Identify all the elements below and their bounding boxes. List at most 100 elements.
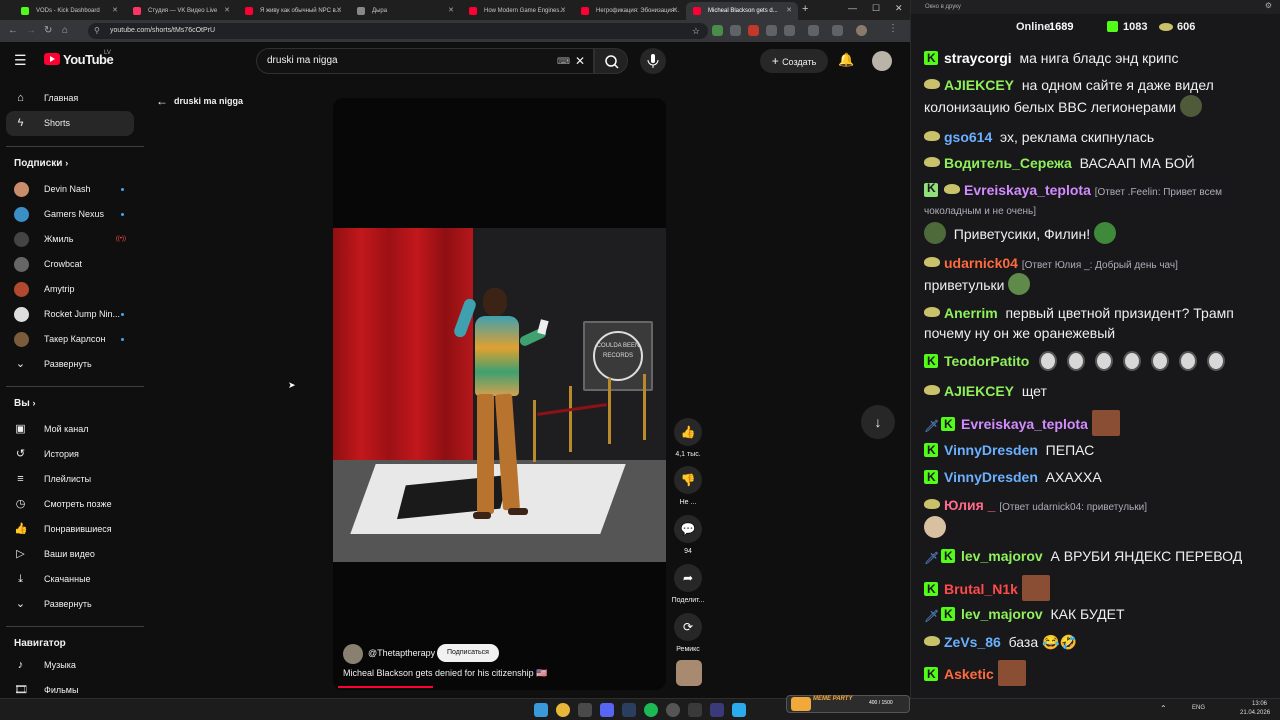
sidebar-sub-crowbcat[interactable]: Crowbcat <box>6 252 134 277</box>
dislike-button[interactable]: 👎 <box>674 466 702 494</box>
sidebar-item-downloads[interactable]: ⤓ Скачанные <box>6 567 134 592</box>
close-tab-icon[interactable]: ✕ <box>672 2 678 20</box>
close-tab-icon[interactable]: ✕ <box>448 2 454 20</box>
chrome-icon[interactable] <box>556 703 570 717</box>
create-button[interactable]: + Создать <box>760 49 828 73</box>
tray-chevron-icon[interactable]: ⌃ <box>1160 704 1167 713</box>
you-heading[interactable]: Вы › <box>14 398 36 409</box>
subscriptions-heading[interactable]: Подписки › <box>14 158 68 169</box>
sidebar-sub-tucker-carlson[interactable]: Такер Карлсон <box>6 327 134 352</box>
back-arrow-icon[interactable]: ← <box>156 94 168 108</box>
sidebar-sub-amytrip[interactable]: Amytrip <box>6 277 134 302</box>
meme-party-widget[interactable]: MEME PARTY 400 / 1500 <box>786 695 910 713</box>
url-field[interactable]: youtube.com/shorts/tMs76cOtPrU ⚲ ☆ <box>88 23 708 39</box>
clock-time[interactable]: 13:06 <box>1252 701 1267 707</box>
stanchion-post <box>569 386 572 452</box>
shorts-video-player[interactable]: COULDA BEEN RECORDS @Thetaptherapy Подпи… <box>333 98 666 690</box>
sidebar-item-home[interactable]: ⌂ Главная <box>6 86 134 111</box>
maximize-button[interactable]: ☐ <box>872 3 880 14</box>
progress-bar[interactable] <box>338 686 433 688</box>
account-avatar[interactable] <box>872 51 892 71</box>
obs-icon[interactable] <box>666 703 680 717</box>
sidebar-item-liked[interactable]: 👍 Понравившиеся <box>6 517 134 542</box>
sidebar-item-my-channel[interactable]: ▣ Мой канал <box>6 417 134 442</box>
language-indicator[interactable]: ENG <box>1192 705 1205 711</box>
close-tab-icon[interactable]: ✕ <box>560 2 566 20</box>
sidebar-sub-rocket-jump[interactable]: Rocket Jump Nin... <box>6 302 134 327</box>
voice-search-button[interactable] <box>640 48 666 74</box>
reload-icon[interactable]: ↻ <box>44 24 52 38</box>
sidebar-sub-gamers-nexus[interactable]: Gamers Nexus <box>6 202 134 227</box>
sidebar-expand-you[interactable]: ⌄ Развернуть <box>6 592 134 617</box>
menu-dots-icon[interactable]: ⋮ <box>888 22 898 36</box>
extension-icon[interactable] <box>748 25 759 36</box>
sidebar-item-watch-later[interactable]: ◷ Смотреть позже <box>6 492 134 517</box>
close-tab-icon[interactable]: ✕ <box>336 2 342 20</box>
sidebar-item-movies[interactable]: 🎞 Фильмы <box>6 678 134 698</box>
remix-button[interactable]: ⟳ <box>674 613 702 641</box>
tab-kick-dashboard[interactable]: VODs - Kick Dashboard ✕ <box>14 2 124 20</box>
telegram-icon[interactable] <box>732 703 746 717</box>
tab-ebonization[interactable]: Негрофикация: Эбонизация... ✕ <box>574 2 684 20</box>
download-icon[interactable] <box>832 25 843 36</box>
next-short-button[interactable]: ↓ <box>861 405 895 439</box>
close-tab-icon[interactable]: ✕ <box>224 2 230 20</box>
notifications-bell-icon[interactable]: 🔔 <box>838 52 854 68</box>
bookmark-star-icon[interactable]: ☆ <box>692 23 700 39</box>
like-button[interactable]: 👍 <box>674 418 702 446</box>
search-input[interactable]: druski ma nigga ⌨ ✕ <box>256 48 594 74</box>
app-icon[interactable] <box>710 703 724 717</box>
forward-icon[interactable]: → <box>26 24 36 38</box>
discord-icon[interactable] <box>600 703 614 717</box>
clear-search-icon[interactable]: ✕ <box>575 49 585 73</box>
search-button[interactable] <box>594 48 628 74</box>
chat-message: Brutal_N1k <box>924 575 1272 601</box>
sidebar-expand-subs[interactable]: ⌄ Развернуть <box>6 352 134 377</box>
close-tab-icon[interactable]: ✕ <box>112 2 118 20</box>
hamburger-menu-icon[interactable]: ☰ <box>14 53 27 67</box>
sidebar-sub-zhmil[interactable]: Жмиль ((•)) <box>6 227 134 252</box>
tab-dyra[interactable]: Дыра ✕ <box>350 2 460 20</box>
app-icon[interactable] <box>578 703 592 717</box>
channel-avatar[interactable] <box>343 644 363 664</box>
extension-icon[interactable] <box>766 25 777 36</box>
channel-handle[interactable]: @Thetaptherapy <box>368 648 435 658</box>
chat-settings-icon[interactable]: ⚙ <box>1265 1 1272 10</box>
extension-icon[interactable] <box>784 25 795 36</box>
sidebar-sub-devin-nash[interactable]: Devin Nash <box>6 177 134 202</box>
youtube-logo-icon[interactable] <box>44 53 60 65</box>
windows-start-icon[interactable] <box>534 703 548 717</box>
spotify-icon[interactable] <box>644 703 658 717</box>
extension-icon[interactable] <box>712 25 723 36</box>
steam-icon[interactable] <box>622 703 636 717</box>
keyboard-icon[interactable]: ⌨ <box>557 49 570 73</box>
extension-icon[interactable] <box>730 25 741 36</box>
profile-avatar-icon[interactable] <box>856 25 867 36</box>
home-icon[interactable]: ⌂ <box>62 24 68 38</box>
puzzle-extensions-icon[interactable] <box>808 25 819 36</box>
tab-game-engines[interactable]: How Modern Game Engines... ✕ <box>462 2 572 20</box>
app-icon[interactable] <box>688 703 702 717</box>
sound-thumbnail[interactable] <box>676 660 702 686</box>
tab-npc-video[interactable]: Я живу как обычный NPC в... ✕ <box>238 2 348 20</box>
close-window-button[interactable]: ✕ <box>895 3 903 14</box>
tab-vk-studio[interactable]: Студия — VK Видео Live ✕ <box>126 2 236 20</box>
comments-button[interactable]: 💬 <box>674 515 702 543</box>
sidebar-item-your-videos[interactable]: ▷ Ваши видео <box>6 542 134 567</box>
sidebar-item-history[interactable]: ↺ История <box>6 442 134 467</box>
clock-date[interactable]: 21.04.2026 <box>1240 710 1270 716</box>
new-tab-button[interactable]: + <box>802 3 808 15</box>
minimize-button[interactable]: — <box>848 3 857 13</box>
share-button[interactable]: ➦ <box>674 564 702 592</box>
sidebar-item-music[interactable]: ♪ Музыка <box>6 653 134 678</box>
sidebar-item-shorts[interactable]: ϟ Shorts <box>6 111 134 136</box>
site-info-icon[interactable]: ⚲ <box>94 23 100 39</box>
back-search-title[interactable]: druski ma nigga <box>174 96 243 106</box>
close-tab-icon[interactable]: ✕ <box>786 2 792 20</box>
channel-avatar <box>14 207 29 222</box>
tab-active-short[interactable]: Micheal Blackson gets d... ✕ <box>686 2 798 20</box>
subscribe-button[interactable]: Подписаться <box>437 644 499 662</box>
back-icon[interactable]: ← <box>8 24 18 38</box>
sidebar-item-playlists[interactable]: ≡ Плейлисты <box>6 467 134 492</box>
video-frame: COULDA BEEN RECORDS <box>333 228 666 562</box>
